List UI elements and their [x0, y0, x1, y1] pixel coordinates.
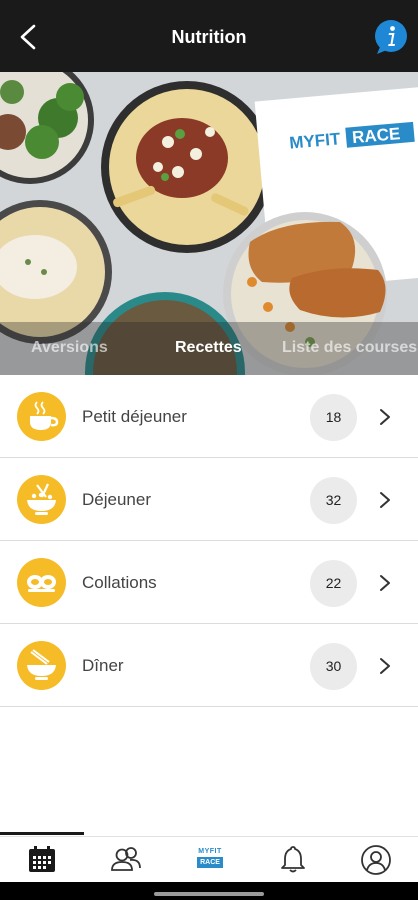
list-item-label: Déjeuner [82, 490, 151, 509]
nav-calendar[interactable] [24, 844, 60, 876]
list-item-dejeuner[interactable]: Déjeuner 32 [0, 458, 418, 541]
info-icon [375, 20, 407, 54]
info-button[interactable] [374, 19, 408, 55]
page-title: Nutrition [171, 27, 247, 47]
active-tab-indicator [0, 832, 84, 835]
bowl-icon [17, 475, 66, 524]
list-item-collations[interactable]: Collations 22 [0, 541, 418, 624]
nav-myfitrace[interactable]: MYFIT RACE [193, 847, 227, 873]
count-badge: 22 [310, 560, 357, 607]
list-item-petit-dejeuner[interactable]: Petit déjeuner 18 [0, 375, 418, 458]
category-list: Petit déjeuner 18 Déjeuner 32 Collations… [0, 375, 418, 707]
tab-recettes[interactable]: Recettes [175, 339, 242, 357]
chevron-right-icon [380, 658, 390, 674]
myfitrace-logo-top: MYFIT [198, 848, 222, 855]
calendar-icon [29, 846, 55, 872]
coffee-cup-icon [17, 392, 66, 441]
home-indicator[interactable] [154, 892, 264, 896]
list-item-label: Collations [82, 573, 157, 592]
system-nav-bar [0, 882, 418, 900]
chevron-right-icon [380, 575, 390, 591]
bottom-nav-divider [0, 836, 418, 837]
list-item-label: Petit déjeuner [82, 407, 187, 426]
bell-icon [281, 846, 305, 873]
tab-aversions[interactable]: Aversions [31, 339, 108, 357]
hero-food-image: MYFIT RACE [0, 72, 418, 375]
user-icon [361, 845, 391, 875]
list-item-label: Dîner [82, 656, 124, 675]
count-badge: 18 [310, 394, 357, 441]
tab-liste-des-courses[interactable]: Liste des courses [282, 339, 417, 357]
chevron-right-icon [380, 409, 390, 425]
count-badge: 32 [310, 477, 357, 524]
snack-icon [17, 558, 66, 607]
top-bar: Nutrition [0, 0, 418, 72]
myfitrace-logo-bottom: RACE [197, 857, 223, 868]
nav-community[interactable] [108, 844, 144, 876]
users-icon [111, 847, 141, 871]
nav-notifications[interactable] [275, 844, 311, 876]
chevron-right-icon [380, 492, 390, 508]
list-item-diner[interactable]: Dîner 30 [0, 624, 418, 707]
noodle-bowl-icon [17, 641, 66, 690]
count-badge: 30 [310, 643, 357, 690]
nav-profile[interactable] [358, 844, 394, 876]
